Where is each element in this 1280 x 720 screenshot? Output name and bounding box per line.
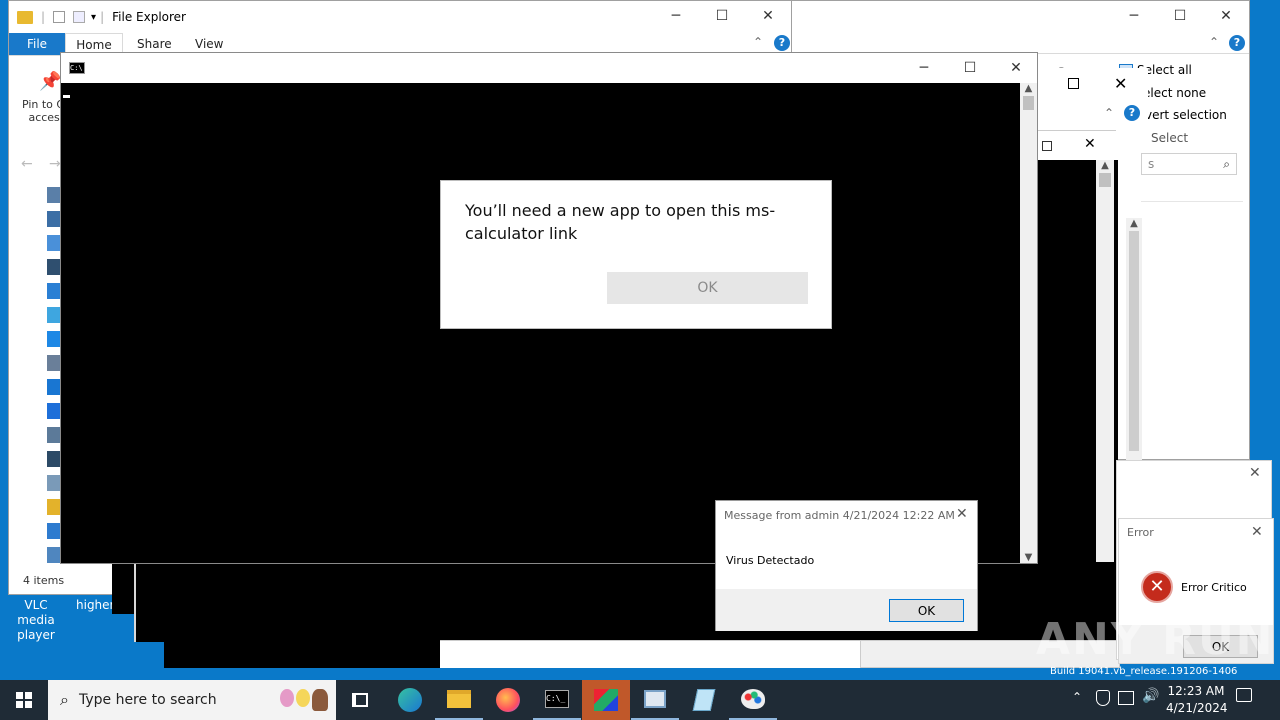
scroll-up-icon[interactable]: ▲	[1020, 83, 1037, 94]
search-placeholder: Type here to search	[78, 692, 217, 708]
maximize-button[interactable]: ☐	[699, 1, 745, 31]
window-title: File Explorer	[112, 10, 186, 24]
scroll-thumb[interactable]	[1023, 96, 1034, 110]
search-box[interactable]: s ⌕	[1141, 153, 1237, 175]
error-icon: ✕	[1141, 571, 1173, 603]
window-app-button[interactable]	[631, 680, 679, 720]
cursor	[63, 95, 70, 98]
select-none-button[interactable]: elect none	[1143, 86, 1206, 100]
close-button[interactable]: ✕	[745, 1, 791, 31]
watermark-logo: ANY RUN	[1036, 614, 1275, 665]
defender-icon[interactable]	[1096, 690, 1110, 706]
chevron-up-icon[interactable]: ⌃	[753, 35, 763, 49]
firefox-button[interactable]	[484, 680, 532, 720]
dialog-body: Virus Detectado	[726, 554, 815, 567]
minimize-button[interactable]: ─	[1111, 1, 1157, 31]
console-window-back-3	[164, 640, 440, 668]
start-button[interactable]	[0, 680, 48, 720]
new-folder-icon[interactable]	[73, 11, 86, 23]
folder-icon	[447, 690, 471, 708]
window-fragment-controls: ✕ ⌃ ?	[1038, 68, 1148, 132]
paint-palette-icon	[741, 689, 765, 709]
dialog-message: You’ll need a new app to open this ms-ca…	[465, 201, 776, 243]
window-fragment-2: ✕	[1038, 130, 1116, 160]
task-view-icon	[352, 693, 368, 707]
close-button[interactable]: ✕	[1084, 136, 1096, 152]
notification-icon	[1236, 688, 1252, 702]
select-group-label: Select	[1151, 131, 1189, 145]
app-taskbar-button[interactable]	[582, 680, 630, 720]
close-button[interactable]: ✕	[1203, 1, 1249, 31]
close-button[interactable]: ✕	[956, 506, 968, 522]
minimize-button[interactable]: ─	[653, 1, 699, 31]
invert-selection-button[interactable]: vert selection	[1145, 108, 1227, 122]
cmd-icon: C:\	[69, 62, 85, 74]
edge-button[interactable]	[386, 680, 434, 720]
tab-view[interactable]: View	[195, 37, 223, 51]
tab-file[interactable]: File	[9, 33, 65, 55]
clock[interactable]: 12:23 AM 4/21/2024	[1166, 683, 1228, 717]
colorful-cube-icon	[594, 689, 618, 711]
help-icon[interactable]: ?	[1124, 105, 1140, 121]
ok-button[interactable]: OK	[889, 599, 964, 622]
forward-arrow-icon[interactable]: →	[49, 156, 61, 172]
search-box[interactable]: ⌕ Type here to search	[48, 680, 336, 720]
chevron-down-icon[interactable]: ▾	[91, 12, 96, 23]
desktop-icon-vlc[interactable]: VLC media player	[4, 598, 68, 643]
maximize-button[interactable]	[1068, 78, 1079, 89]
pin-icon[interactable]: 📌	[39, 71, 61, 92]
window-fragment-grey	[440, 640, 860, 668]
scroll-down-icon[interactable]: ▼	[1020, 552, 1037, 563]
back-arrow-icon[interactable]: ←	[21, 156, 33, 172]
network-icon[interactable]	[1118, 691, 1134, 705]
close-button[interactable]: ✕	[1114, 74, 1127, 93]
volume-icon[interactable]: 🔊	[1142, 688, 1159, 704]
show-hidden-icons[interactable]: ⌃	[1072, 690, 1082, 704]
search-icon: ⌕	[60, 690, 69, 709]
close-button[interactable]: ✕	[993, 53, 1039, 83]
search-icon: ⌕	[1223, 156, 1230, 171]
desktop-icon-higher[interactable]: higher	[76, 598, 114, 613]
maximize-button[interactable]: ☐	[1157, 1, 1203, 31]
help-icon[interactable]: ?	[774, 35, 790, 51]
status-bar-text: 4 items	[23, 574, 65, 587]
clock-date: 4/21/2024	[1166, 701, 1228, 715]
edge-icon	[398, 688, 422, 712]
dialog-title: Message from admin 4/21/2024 12:22 AM	[724, 509, 955, 522]
notepad-button[interactable]	[680, 680, 728, 720]
notification-button[interactable]	[1236, 688, 1252, 702]
app-needed-dialog: You’ll need a new app to open this ms-ca…	[440, 180, 832, 329]
help-icon[interactable]: ?	[1229, 35, 1245, 51]
dialog-title: Error	[1127, 526, 1154, 539]
chevron-up-icon[interactable]: ⌃	[1104, 106, 1114, 120]
cmd-scrollbar[interactable]: ▲ ▼	[1020, 83, 1037, 563]
ok-button[interactable]: OK	[607, 272, 808, 304]
cmd-taskbar-button[interactable]: C:\_	[533, 680, 581, 720]
firefox-icon	[496, 688, 520, 712]
close-button[interactable]: ✕	[1249, 465, 1261, 481]
tab-share[interactable]: Share	[137, 37, 172, 51]
build-text: Build 19041.vb_release.191206-1406	[1050, 666, 1238, 677]
file-explorer-button[interactable]	[435, 680, 483, 720]
maximize-button[interactable]: ☐	[947, 53, 993, 83]
clock-time: 12:23 AM	[1167, 684, 1225, 698]
windows-icon	[16, 692, 32, 708]
close-button[interactable]: ✕	[1251, 524, 1263, 540]
cmd-icon: C:\_	[545, 690, 569, 708]
maximize-button[interactable]	[1042, 141, 1052, 151]
notepad-icon	[692, 689, 716, 711]
admin-message-dialog: Message from admin 4/21/2024 12:22 AM ✕ …	[715, 500, 978, 631]
minimize-button[interactable]: ─	[901, 53, 947, 83]
paint-button[interactable]	[729, 680, 777, 720]
easter-eggs-icon	[280, 689, 328, 711]
dialog-body: Error Critico	[1181, 581, 1247, 594]
chevron-up-icon[interactable]: ⌃	[1209, 35, 1219, 49]
folder-icon	[17, 10, 33, 24]
properties-icon[interactable]	[53, 11, 66, 23]
app-window-icon	[644, 690, 666, 708]
task-view-button[interactable]	[336, 680, 384, 720]
